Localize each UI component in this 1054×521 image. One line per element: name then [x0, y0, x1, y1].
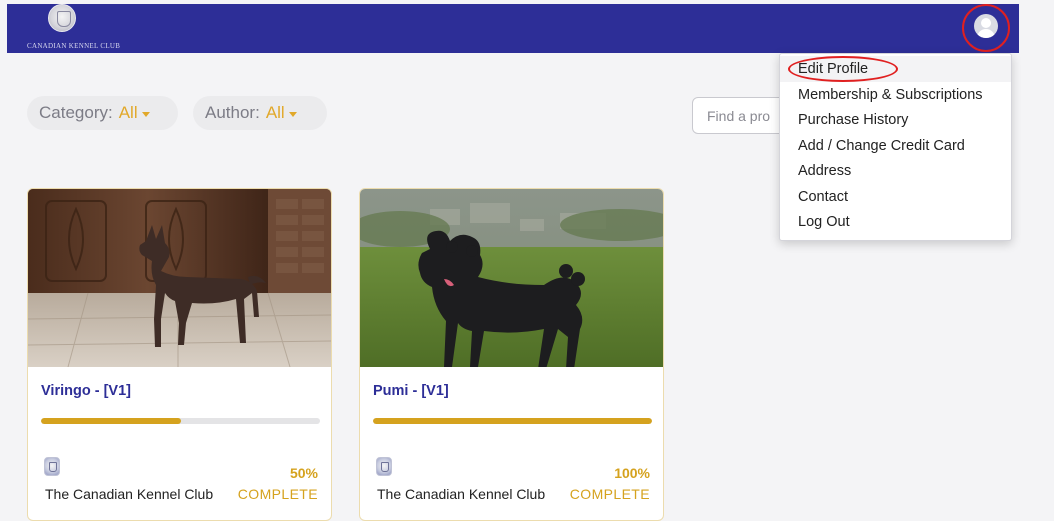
category-filter-label: Category:: [39, 103, 113, 122]
menu-item-log-out[interactable]: Log Out: [780, 209, 1011, 235]
caret-down-icon: [141, 111, 150, 117]
course-image: [360, 189, 663, 367]
menu-item-membership[interactable]: Membership & Subscriptions: [780, 82, 1011, 108]
club-crest-icon: [44, 457, 60, 476]
course-owner: The Canadian Kennel Club: [45, 486, 214, 502]
author-filter[interactable]: Author: All: [193, 96, 327, 130]
course-card[interactable]: Pumi - [V1] 100% The Canadian Kennel Clu…: [359, 188, 664, 521]
progress-fill: [373, 418, 652, 424]
progress-bar: [373, 418, 652, 424]
course-image: [28, 189, 331, 367]
completion-status: COMPLETE: [237, 486, 318, 502]
menu-item-credit-card[interactable]: Add / Change Credit Card: [780, 133, 1011, 159]
course-title[interactable]: Pumi - [V1]: [373, 383, 449, 399]
progress-bar: [41, 418, 320, 424]
completion-status: COMPLETE: [569, 486, 650, 502]
menu-item-address[interactable]: Address: [780, 158, 1011, 184]
logo-text: CANADIAN KENNEL CLUB: [27, 42, 121, 50]
course-owner: The Canadian Kennel Club: [377, 486, 546, 502]
course-card[interactable]: Viringo - [V1] 50% The Canadian Kennel C…: [27, 188, 332, 521]
category-filter[interactable]: Category: All: [27, 96, 178, 130]
menu-item-contact[interactable]: Contact: [780, 184, 1011, 210]
club-seal-icon: [48, 4, 76, 32]
progress-fill: [41, 418, 181, 424]
author-filter-value: All: [265, 103, 285, 122]
user-menu: Edit Profile Membership & Subscriptions …: [779, 53, 1012, 241]
author-filter-label: Author:: [205, 103, 260, 122]
menu-item-edit-profile[interactable]: Edit Profile: [780, 56, 1011, 82]
progress-percent: 50%: [289, 465, 318, 481]
club-crest-icon: [376, 457, 392, 476]
user-avatar-button[interactable]: [962, 4, 1011, 53]
menu-item-purchase-history[interactable]: Purchase History: [780, 107, 1011, 133]
top-nav-bar: CANADIAN KENNEL CLUB: [7, 4, 1019, 53]
progress-percent: 100%: [614, 465, 650, 481]
category-filter-value: All: [118, 103, 138, 122]
course-title[interactable]: Viringo - [V1]: [41, 383, 131, 399]
kennel-club-logo[interactable]: CANADIAN KENNEL CLUB: [7, 4, 147, 53]
user-avatar-icon[interactable]: [974, 14, 998, 38]
caret-down-icon: [288, 111, 297, 117]
